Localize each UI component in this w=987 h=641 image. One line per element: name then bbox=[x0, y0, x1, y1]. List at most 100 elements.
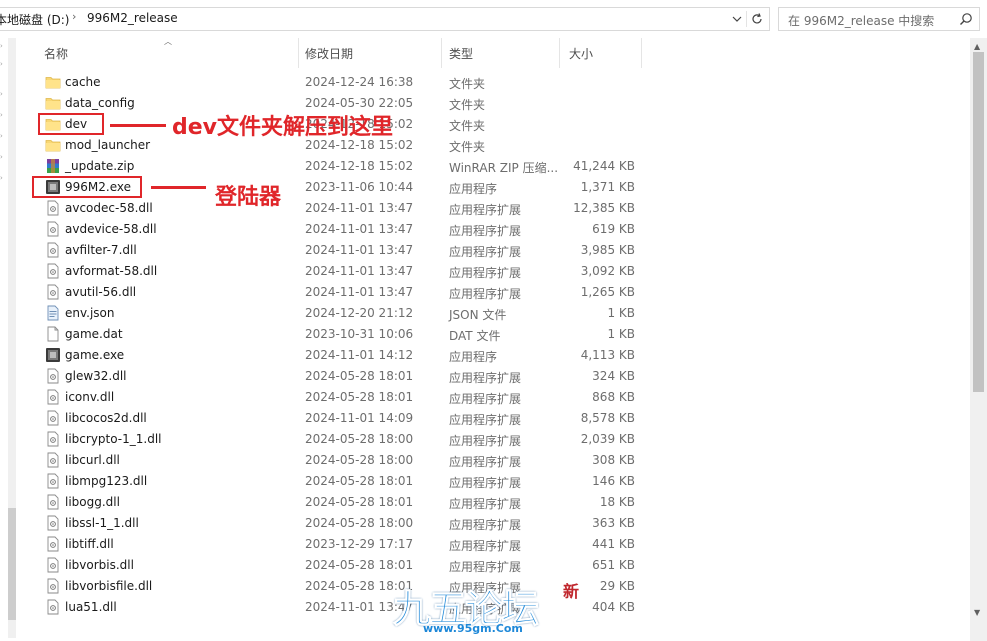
file-date: 2024-05-28 18:00 bbox=[305, 432, 414, 446]
file-size: 363 KB bbox=[592, 516, 635, 530]
breadcrumb-separator-icon[interactable]: › bbox=[72, 10, 76, 23]
dll-file-icon bbox=[45, 494, 61, 510]
file-row[interactable]: avutil-56.dll 2024-11-01 13:47 应用程序扩展 1,265… bbox=[0, 282, 970, 303]
chevron-down-icon[interactable] bbox=[729, 11, 745, 27]
file-row[interactable]: avcodec-58.dll 2024-11-01 13:47 应用程序扩展 12,3… bbox=[0, 198, 970, 219]
refresh-icon[interactable] bbox=[749, 11, 765, 27]
column-divider[interactable] bbox=[298, 38, 299, 68]
column-divider[interactable] bbox=[441, 38, 442, 68]
file-row[interactable]: game.exe 2024-11-01 14:12 应用程序 4,113 KB bbox=[0, 345, 970, 366]
file-type: 文件夹 bbox=[449, 98, 486, 112]
file-row[interactable]: 996M2.exe 2023-11-06 10:44 应用程序 1,371 KB bbox=[0, 177, 970, 198]
application-icon bbox=[45, 347, 61, 363]
file-date: 2024-05-28 18:01 bbox=[305, 558, 414, 572]
column-header-type[interactable]: 类型 bbox=[449, 38, 559, 68]
dll-file-icon bbox=[45, 599, 61, 615]
file-name: libvorbis.dll bbox=[65, 558, 134, 572]
file-row[interactable]: glew32.dll 2024-05-28 18:01 应用程序扩展 324 KB bbox=[0, 366, 970, 387]
file-row[interactable]: iconv.dll 2024-05-28 18:01 应用程序扩展 868 KB bbox=[0, 387, 970, 408]
file-row[interactable]: libssl-1_1.dll 2024-05-28 18:00 应用程序扩展 363 … bbox=[0, 513, 970, 534]
column-divider[interactable] bbox=[559, 38, 560, 68]
file-type: 应用程序扩展 bbox=[449, 518, 522, 532]
search-input[interactable]: 在 996M2_release 中搜索 bbox=[788, 12, 934, 29]
annotation-launcher: 登陆器 bbox=[215, 185, 282, 210]
file-name: avformat-58.dll bbox=[65, 264, 158, 278]
file-size: 8,578 KB bbox=[580, 411, 635, 425]
file-date: 2024-05-28 18:00 bbox=[305, 516, 414, 530]
file-row[interactable]: libtiff.dll 2023-12-29 17:17 应用程序扩展 441 KB bbox=[0, 534, 970, 555]
file-name: avfilter-7.dll bbox=[65, 243, 137, 257]
file-row[interactable]: _update.zip 2024-12-18 15:02 WinRAR ZIP 压缩… bbox=[0, 156, 970, 177]
file-date: 2024-11-01 13:47 bbox=[305, 285, 414, 299]
column-header-size[interactable]: 大小 bbox=[569, 38, 641, 68]
file-row[interactable]: avformat-58.dll 2024-11-01 13:47 应用程序扩展 3,0… bbox=[0, 261, 970, 282]
column-header-date[interactable]: 修改日期 bbox=[305, 38, 441, 68]
watermark-url: www.95gm.Com bbox=[423, 622, 523, 635]
scrollbar-thumb[interactable] bbox=[973, 52, 984, 392]
file-row[interactable]: libmpg123.dll 2024-05-28 18:01 应用程序扩展 146 K… bbox=[0, 471, 970, 492]
winrar-archive-icon bbox=[45, 158, 61, 174]
file-size: 2,039 KB bbox=[580, 432, 635, 446]
breadcrumb-drive[interactable]: 本地磁盘 (D:) bbox=[0, 11, 69, 28]
file-row[interactable]: env.json 2024-12-20 21:12 JSON 文件 1 KB bbox=[0, 303, 970, 324]
dll-file-icon bbox=[45, 473, 61, 489]
expand-arrow-icon[interactable]: › bbox=[0, 60, 8, 70]
file-date: 2024-05-28 18:01 bbox=[305, 474, 414, 488]
file-row[interactable]: libcrypto-1_1.dll 2024-05-28 18:00 应用程序扩展 2… bbox=[0, 429, 970, 450]
file-row[interactable]: libcocos2d.dll 2024-11-01 14:09 应用程序扩展 8,57… bbox=[0, 408, 970, 429]
dll-file-icon bbox=[45, 221, 61, 237]
file-date: 2024-12-20 21:12 bbox=[305, 306, 414, 320]
file-row[interactable]: libogg.dll 2024-05-28 18:01 应用程序扩展 18 KB bbox=[0, 492, 970, 513]
breadcrumb-folder[interactable]: 996M2_release bbox=[87, 11, 178, 25]
file-size: 619 KB bbox=[592, 222, 635, 236]
file-type: WinRAR ZIP 压缩... bbox=[449, 161, 559, 175]
file-name: libcocos2d.dll bbox=[65, 411, 147, 425]
file-date: 2023-11-06 10:44 bbox=[305, 180, 414, 194]
column-header-name[interactable]: 名称 bbox=[44, 38, 298, 68]
file-name: cache bbox=[65, 75, 101, 89]
scroll-down-icon[interactable]: ▼ bbox=[974, 608, 980, 617]
dll-file-icon bbox=[45, 578, 61, 594]
dll-file-icon bbox=[45, 431, 61, 447]
file-row[interactable]: libvorbis.dll 2024-05-28 18:01 应用程序扩展 651 K… bbox=[0, 555, 970, 576]
expand-arrow-icon[interactable]: › bbox=[0, 42, 8, 52]
toolbar: 本地磁盘 (D:) › 996M2_release 在 996M2_releas… bbox=[0, 0, 987, 38]
file-size: 18 KB bbox=[599, 495, 635, 509]
file-name: libmpg123.dll bbox=[65, 474, 148, 488]
file-name: libcurl.dll bbox=[65, 453, 120, 467]
file-type: 应用程序 bbox=[449, 182, 498, 196]
file-date: 2024-05-28 18:01 bbox=[305, 369, 414, 383]
file-date: 2024-12-24 16:38 bbox=[305, 75, 414, 89]
file-type: 应用程序扩展 bbox=[449, 245, 522, 259]
column-divider[interactable] bbox=[641, 38, 642, 68]
file-type: 应用程序扩展 bbox=[449, 560, 522, 574]
file-date: 2024-11-01 14:09 bbox=[305, 411, 414, 425]
file-date: 2024-11-01 13:47 bbox=[305, 264, 414, 278]
file-size: 146 KB bbox=[592, 474, 635, 488]
search-icon[interactable] bbox=[959, 12, 973, 26]
file-size: 3,092 KB bbox=[580, 264, 635, 278]
file-name: iconv.dll bbox=[65, 390, 115, 404]
address-bar[interactable]: 本地磁盘 (D:) › 996M2_release bbox=[0, 7, 770, 31]
file-row[interactable]: cache 2024-12-24 16:38 文件夹 bbox=[0, 72, 970, 93]
vertical-scrollbar[interactable]: ▲ ▼ bbox=[970, 38, 987, 641]
file-row[interactable]: mod_launcher 2024-12-18 15:02 文件夹 bbox=[0, 135, 970, 156]
folder-icon bbox=[45, 95, 61, 111]
file-date: 2024-05-28 18:00 bbox=[305, 453, 414, 467]
dll-file-icon bbox=[45, 284, 61, 300]
file-type: 应用程序扩展 bbox=[449, 539, 522, 553]
file-row[interactable]: avfilter-7.dll 2024-11-01 13:47 应用程序扩展 3,98… bbox=[0, 240, 970, 261]
file-size: 441 KB bbox=[592, 537, 635, 551]
file-row[interactable]: game.dat 2023-10-31 10:06 DAT 文件 1 KB bbox=[0, 324, 970, 345]
file-type: 应用程序扩展 bbox=[449, 203, 522, 217]
dll-file-icon bbox=[45, 263, 61, 279]
file-row[interactable]: libcurl.dll 2024-05-28 18:00 应用程序扩展 308 KB bbox=[0, 450, 970, 471]
file-row[interactable]: avdevice-58.dll 2024-11-01 13:47 应用程序扩展 619… bbox=[0, 219, 970, 240]
scroll-up-icon[interactable]: ▲ bbox=[974, 42, 980, 51]
file-row[interactable]: data_config 2024-05-30 22:05 文件夹 bbox=[0, 93, 970, 114]
search-box[interactable]: 在 996M2_release 中搜索 bbox=[778, 7, 980, 31]
file-type: 应用程序扩展 bbox=[449, 497, 522, 511]
file-name: libssl-1_1.dll bbox=[65, 516, 139, 530]
file-date: 2023-12-29 17:17 bbox=[305, 537, 414, 551]
file-name: mod_launcher bbox=[65, 138, 151, 152]
